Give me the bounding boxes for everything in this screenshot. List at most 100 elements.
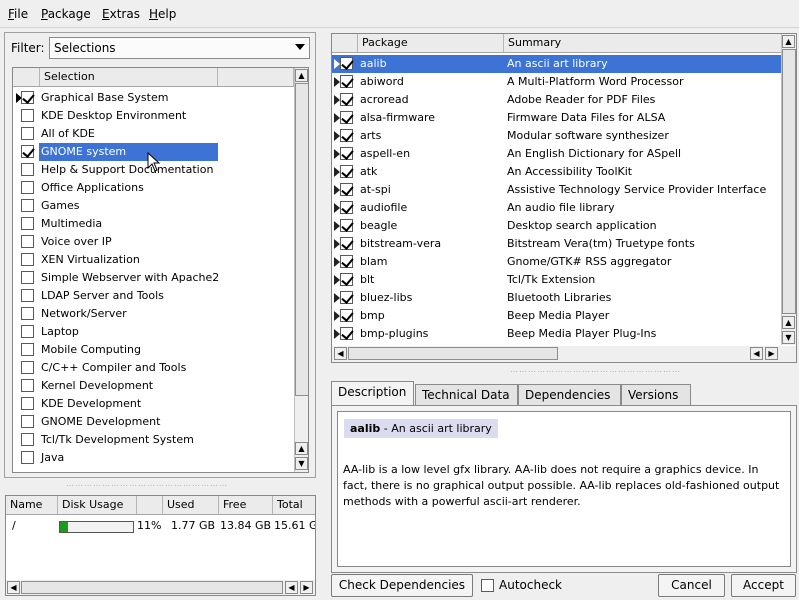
scroll-left-icon[interactable]: ◀ (750, 347, 763, 360)
package-checkbox[interactable] (340, 129, 353, 142)
package-checkbox[interactable] (340, 75, 353, 88)
table-row[interactable]: blam Gnome/GTK# RSS aggregator (332, 253, 781, 271)
packages-header-summary[interactable]: Summary (504, 34, 784, 53)
main-splitter[interactable] (321, 30, 325, 600)
accept-button[interactable]: Accept (731, 574, 796, 597)
package-checkbox[interactable] (340, 57, 353, 70)
package-checkbox[interactable] (340, 93, 353, 106)
packages-hscrollbar[interactable]: ◀ ◀ ▶ (332, 346, 796, 362)
scroll-left-icon[interactable]: ◀ (334, 347, 347, 360)
selection-checkbox[interactable] (21, 415, 34, 428)
scroll-down-icon[interactable]: ▼ (782, 331, 795, 344)
disk-hscroll-thumb[interactable] (21, 581, 283, 594)
package-checkbox[interactable] (340, 165, 353, 178)
list-item[interactable]: Mobile Computing (13, 341, 294, 359)
list-item[interactable]: Multimedia (13, 215, 294, 233)
selection-checkbox[interactable] (21, 235, 34, 248)
check-dependencies-button[interactable]: Check Dependencies (331, 574, 473, 597)
list-item[interactable]: Tcl/Tk Development System (13, 431, 294, 449)
package-checkbox[interactable] (340, 183, 353, 196)
left-splitter-handle[interactable]: ⋯⋯⋯⋯⋯⋯⋯⋯⋯⋯⋯⋯⋯⋯⋯⋯⋯⋯ (66, 481, 228, 490)
table-row[interactable]: atk An Accessibility ToolKit (332, 163, 781, 181)
disk-header-total[interactable]: Total (273, 496, 315, 515)
selection-checkbox[interactable] (21, 91, 34, 104)
selection-checkbox[interactable] (21, 181, 34, 194)
autocheck-checkbox[interactable] (481, 579, 494, 592)
list-item[interactable]: Laptop (13, 323, 294, 341)
table-row[interactable]: bitstream-vera Bitstream Vera(tm) Truetyp… (332, 235, 781, 253)
list-item[interactable]: KDE Desktop Environment (13, 107, 294, 125)
list-item[interactable]: LDAP Server and Tools (13, 287, 294, 305)
package-checkbox[interactable] (340, 201, 353, 214)
disk-header-sep[interactable] (137, 496, 163, 515)
package-checkbox[interactable] (340, 309, 353, 322)
list-item[interactable]: Java (13, 449, 294, 467)
list-item[interactable]: Simple Webserver with Apache2 (13, 269, 294, 287)
selection-checkbox[interactable] (21, 217, 34, 230)
selection-checkbox[interactable] (21, 325, 34, 338)
selections-header[interactable]: Selection (40, 68, 218, 87)
selection-checkbox[interactable] (21, 361, 34, 374)
table-row[interactable]: blt Tcl/Tk Extension (332, 271, 781, 289)
selection-checkbox[interactable] (21, 145, 34, 158)
scroll-up-icon[interactable]: ▲ (295, 442, 308, 455)
scroll-up-icon[interactable]: ▲ (782, 316, 795, 329)
list-item[interactable]: Voice over IP (13, 233, 294, 251)
package-checkbox[interactable] (340, 237, 353, 250)
table-row[interactable]: beagle Desktop search application (332, 217, 781, 235)
menu-help[interactable]: Help (149, 7, 176, 21)
package-checkbox[interactable] (340, 147, 353, 160)
disk-header-free[interactable]: Free (219, 496, 273, 515)
selection-checkbox[interactable] (21, 307, 34, 320)
tab-technical-data[interactable]: Technical Data (415, 384, 518, 406)
menu-extras[interactable]: Extras (102, 7, 140, 21)
list-item[interactable]: GNOME Development (13, 413, 294, 431)
selection-checkbox[interactable] (21, 289, 34, 302)
table-row[interactable]: alsa-firmware Firmware Data Files for ALS… (332, 109, 781, 127)
selection-checkbox[interactable] (21, 253, 34, 266)
package-checkbox[interactable] (340, 255, 353, 268)
filter-combo[interactable]: Selections (49, 37, 310, 59)
selection-checkbox[interactable] (21, 379, 34, 392)
menu-file[interactable]: File (8, 7, 28, 21)
menu-package[interactable]: Package (41, 7, 91, 21)
table-row[interactable]: at-spi Assistive Technology Service Provi… (332, 181, 781, 199)
list-item[interactable]: All of KDE (13, 125, 294, 143)
selection-checkbox[interactable] (21, 199, 34, 212)
package-checkbox[interactable] (340, 273, 353, 286)
tab-versions[interactable]: Versions (621, 384, 691, 406)
packages-scrollbar[interactable]: ▲ ▲ ▼ (781, 34, 796, 345)
table-row[interactable]: aspell-en An English Dictionary for ASpel… (332, 145, 781, 163)
scroll-right-icon[interactable]: ▶ (300, 581, 313, 594)
list-item[interactable]: Office Applications (13, 179, 294, 197)
scroll-right-icon[interactable]: ▶ (765, 347, 778, 360)
list-item[interactable]: XEN Virtualization (13, 251, 294, 269)
package-checkbox[interactable] (340, 219, 353, 232)
package-checkbox[interactable] (340, 291, 353, 304)
packages-hscroll-thumb[interactable] (348, 347, 558, 360)
disk-header-used[interactable]: Used (163, 496, 219, 515)
packages-scroll-thumb[interactable] (782, 49, 796, 314)
table-row[interactable]: bmp-plugins Beep Media Player Plug-Ins (332, 325, 781, 343)
selections-checkbox-header[interactable] (13, 68, 40, 87)
tab-dependencies[interactable]: Dependencies (518, 384, 621, 406)
list-item[interactable]: Graphical Base System (13, 89, 294, 107)
table-row[interactable]: bluez-libs Bluetooth Libraries (332, 289, 781, 307)
selections-extra-header[interactable] (218, 68, 294, 87)
packages-header-package[interactable]: Package (358, 34, 504, 53)
selection-checkbox[interactable] (21, 343, 34, 356)
selection-checkbox[interactable] (21, 163, 34, 176)
table-row[interactable]: bmp Beep Media Player (332, 307, 781, 325)
selection-checkbox[interactable] (21, 397, 34, 410)
package-checkbox[interactable] (340, 327, 353, 340)
table-row[interactable]: audiofile An audio file library (332, 199, 781, 217)
disk-header-name[interactable]: Name (6, 496, 58, 515)
list-item[interactable]: Kernel Development (13, 377, 294, 395)
table-row[interactable]: acroread Adobe Reader for PDF Files (332, 91, 781, 109)
packages-checkbox-header[interactable] (332, 34, 358, 53)
selection-checkbox[interactable] (21, 127, 34, 140)
right-splitter-handle[interactable]: ⋯⋯⋯⋯⋯⋯⋯⋯⋯⋯⋯⋯⋯⋯⋯⋯⋯⋯⋯ (510, 367, 681, 376)
scroll-up-icon[interactable]: ▲ (782, 35, 795, 48)
selections-scroll-thumb[interactable] (295, 83, 308, 396)
table-row[interactable]: arts Modular software synthesizer (332, 127, 781, 145)
